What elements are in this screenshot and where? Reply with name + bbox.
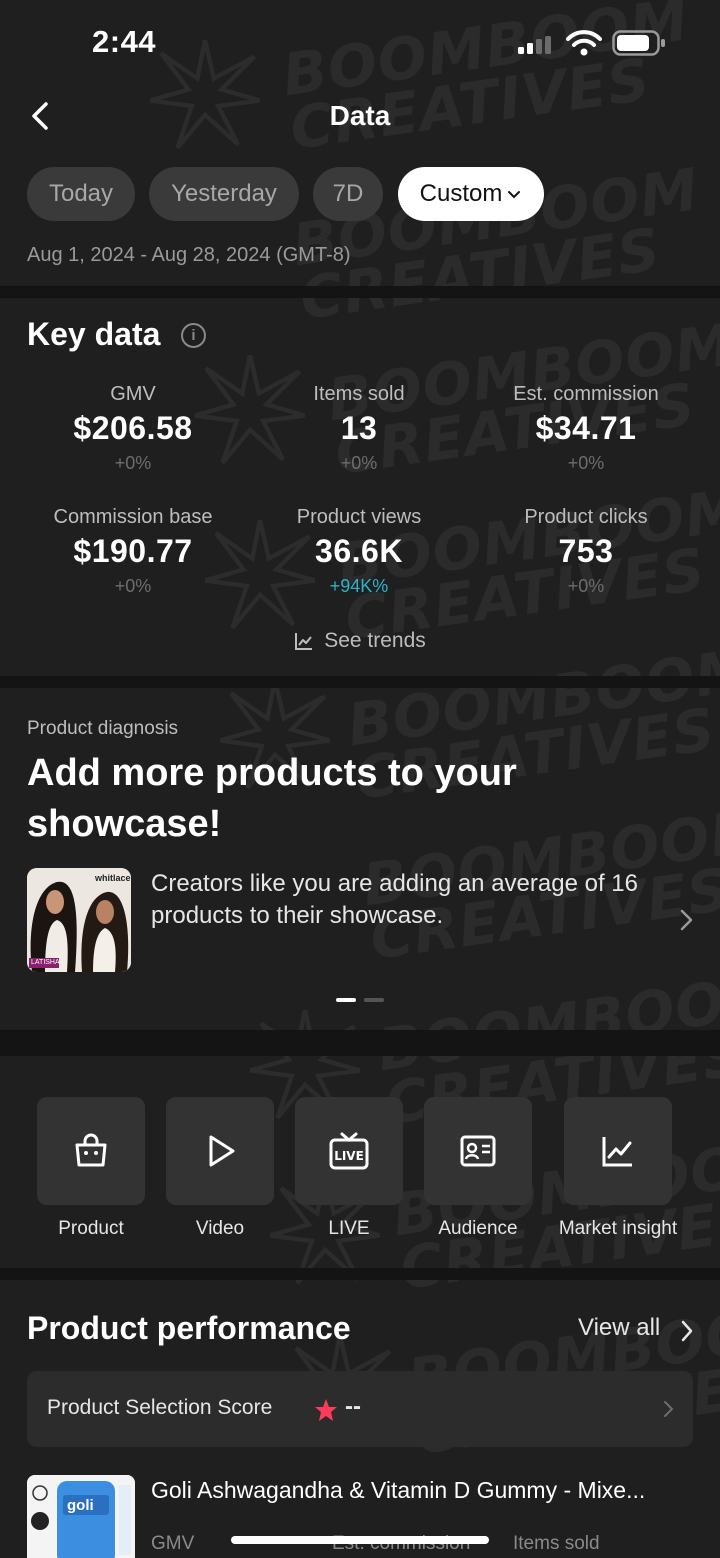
metric-est-commission[interactable]: Est. commission $34.71 +0% [466, 383, 706, 474]
tool-label-live: LIVE [328, 1218, 370, 1239]
diagnosis-title: Add more products to your showcase! [27, 752, 517, 845]
metric-change: +0% [340, 453, 378, 473]
svg-text:LIVE: LIVE [334, 1149, 364, 1163]
carousel-dot[interactable] [364, 998, 384, 1002]
product-brand: goli [67, 1497, 94, 1514]
metric-value: $206.58 [73, 410, 193, 446]
product-name[interactable]: Goli Ashwagandha & Vitamin D Gummy - Mix… [151, 1477, 691, 1504]
diagnosis-label: Product diagnosis [27, 718, 179, 739]
watermark-burst-icon [150, 40, 260, 150]
see-trends-label: See trends [324, 629, 426, 652]
metric-change: +0% [567, 576, 605, 596]
metric-change: +94K% [329, 576, 389, 596]
product-image[interactable]: goli [27, 1475, 135, 1558]
chip-today[interactable]: Today [27, 167, 135, 221]
metric-label: Commission base [53, 506, 213, 528]
product-tool-button[interactable] [37, 1097, 145, 1205]
metric-commission-base[interactable]: Commission base $190.77 +0% [13, 506, 253, 597]
metric-change: +0% [114, 453, 152, 473]
chevron-right-icon[interactable] [677, 1318, 697, 1344]
live-tv-icon: LIVE [329, 1132, 369, 1170]
video-tool-button[interactable] [166, 1097, 274, 1205]
divider [0, 676, 720, 688]
carousel-dot-active[interactable] [336, 998, 356, 1002]
id-card-icon [460, 1135, 496, 1167]
metric-label: GMV [110, 383, 156, 405]
live-tool-button[interactable]: LIVE [295, 1097, 403, 1205]
thumbnail-brand: whitlace [95, 873, 131, 883]
metric-value: 36.6K [315, 533, 403, 569]
star-icon [315, 1399, 337, 1421]
watermark: BOOMBOOM CREATIVES [278, 0, 694, 163]
metric-change: +0% [114, 576, 152, 596]
diagnosis-text: Creators like you are adding an average … [151, 870, 638, 929]
tool-label-audience: Audience [438, 1218, 518, 1239]
battery-icon [612, 30, 665, 56]
see-trends-link[interactable]: See trends [0, 629, 720, 653]
tool-label-video: Video [195, 1218, 245, 1239]
chevron-right-icon[interactable] [675, 906, 697, 934]
hair-product-image [27, 868, 131, 972]
column-gmv: GMV [151, 1533, 195, 1554]
chip-custom-label: Custom [419, 180, 503, 207]
trend-chart-icon [295, 633, 313, 650]
metric-label: Product clicks [524, 506, 648, 528]
gummy-bottle-image [27, 1475, 135, 1558]
home-indicator[interactable] [231, 1536, 489, 1544]
page-title: Data [329, 100, 391, 131]
metric-gmv[interactable]: GMV $206.58 +0% [13, 383, 253, 474]
view-all-label: View all [578, 1314, 661, 1341]
chevron-down-icon [508, 191, 521, 199]
metric-label: Items sold [313, 383, 405, 405]
signal-icon [518, 36, 551, 54]
tool-label-market-insight: Market insight [558, 1218, 678, 1239]
thumbnail-caption: LATISHA [31, 959, 60, 966]
metric-product-views[interactable]: Product views 36.6K +94K% [239, 506, 479, 597]
divider [0, 1030, 720, 1056]
selection-score-value: -- [345, 1393, 361, 1420]
audience-tool-button[interactable] [424, 1097, 532, 1205]
line-chart-icon [602, 1137, 632, 1167]
metric-value: $34.71 [535, 410, 637, 446]
metric-change: +0% [567, 453, 605, 473]
market-insight-tool-button[interactable] [564, 1097, 672, 1205]
chip-yesterday[interactable]: Yesterday [149, 167, 299, 221]
key-data-title: Key data [27, 316, 161, 352]
chip-custom[interactable]: Custom [398, 167, 544, 221]
shopping-bag-icon [75, 1133, 107, 1167]
metric-label: Product views [296, 506, 422, 528]
metric-value: $190.77 [73, 533, 193, 569]
product-thumbnail[interactable]: LATISHA whitlace [27, 868, 131, 972]
divider [0, 1268, 720, 1280]
status-time: 2:44 [92, 24, 157, 59]
selection-score-label: Product Selection Score [47, 1396, 273, 1419]
metric-value: 753 [558, 533, 614, 569]
chevron-right-icon [664, 1401, 674, 1417]
chip-7d[interactable]: 7D [313, 167, 383, 221]
divider [0, 286, 720, 298]
column-items-sold: Items sold [513, 1533, 600, 1554]
metric-value: 13 [340, 410, 378, 446]
product-performance-title: Product performance [27, 1310, 351, 1346]
metric-label: Est. commission [513, 383, 659, 405]
play-icon [209, 1135, 235, 1167]
wifi-icon [566, 30, 602, 56]
date-range: Aug 1, 2024 - Aug 28, 2024 (GMT-8) [27, 244, 351, 266]
tool-label-product: Product [58, 1218, 124, 1239]
view-all-link[interactable]: View all [578, 1314, 660, 1342]
info-icon[interactable]: i [181, 323, 206, 348]
metric-product-clicks[interactable]: Product clicks 753 +0% [466, 506, 706, 597]
metric-items-sold[interactable]: Items sold 13 +0% [239, 383, 479, 474]
